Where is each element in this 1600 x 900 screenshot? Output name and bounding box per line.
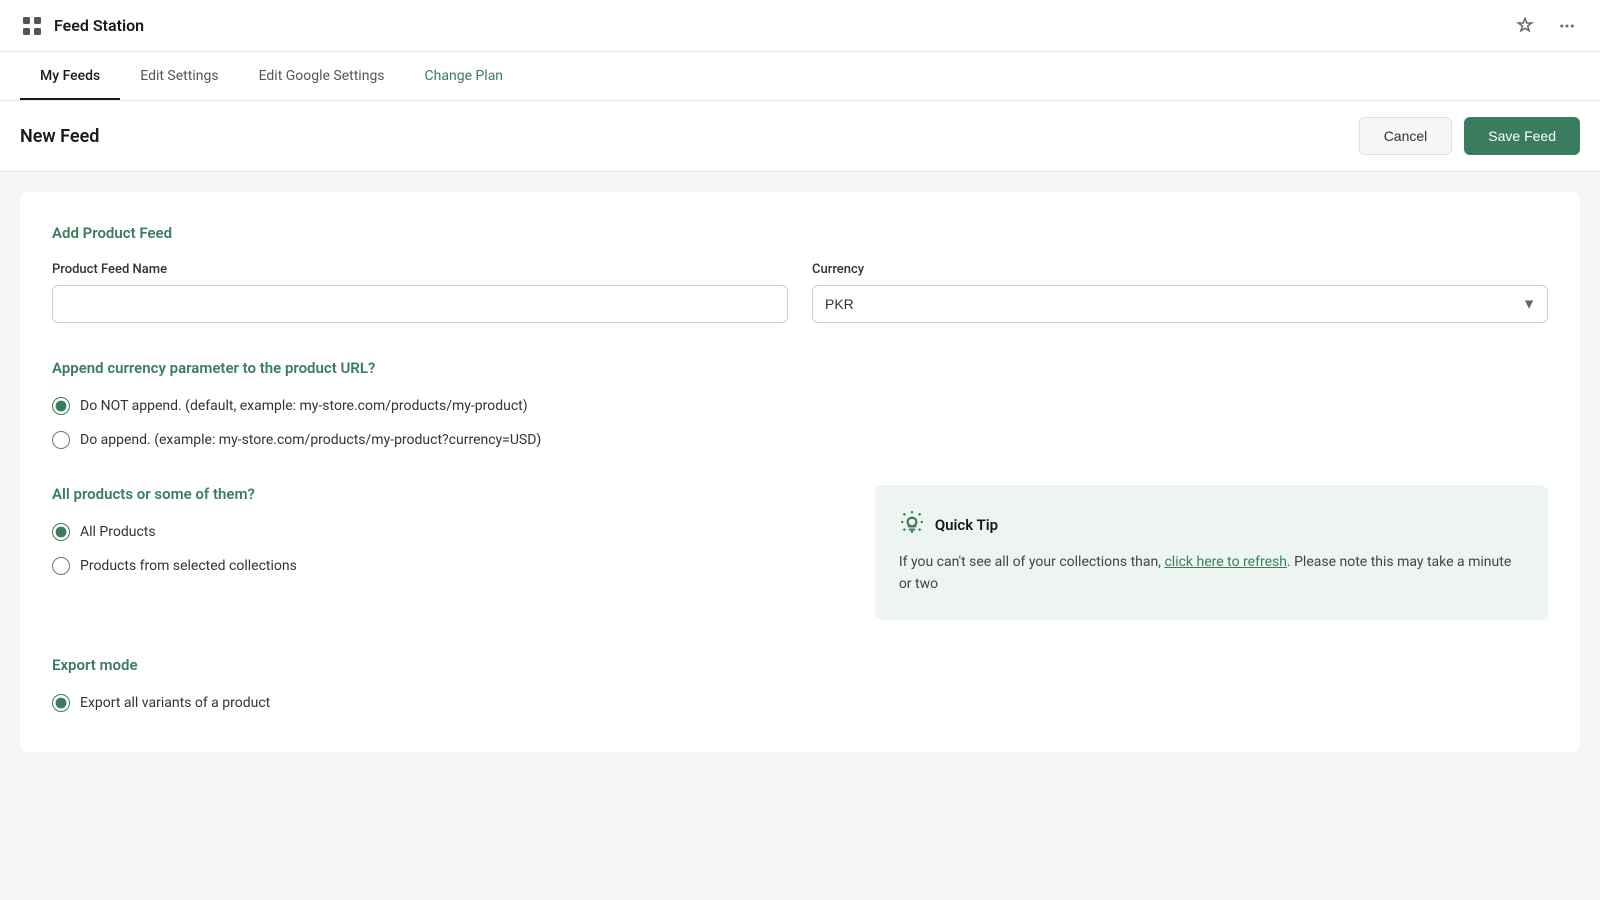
quick-tip-text: If you can't see all of your collections… — [899, 551, 1524, 596]
tab-change-plan[interactable]: Change Plan — [405, 52, 524, 100]
radio-all-variants-input[interactable] — [52, 694, 70, 712]
radio-all-products[interactable]: All Products — [52, 523, 851, 541]
currency-select-wrap: PKR USD EUR GBP INR AED ▼ — [812, 285, 1548, 323]
refresh-link[interactable]: click here to refresh — [1164, 554, 1286, 570]
top-bar-right — [1512, 13, 1580, 39]
radio-no-append-label: Do NOT append. (default, example: my-sto… — [80, 398, 528, 414]
export-radio-group: Export all variants of a product — [52, 694, 1548, 712]
add-product-feed-title: Add Product Feed — [52, 224, 1548, 242]
add-product-feed-section: Add Product Feed Product Feed Name Curre… — [52, 224, 1548, 323]
quick-tip-container: Quick Tip If you can't see all of your c… — [875, 485, 1548, 620]
radio-no-append-input[interactable] — [52, 397, 70, 415]
append-currency-title: Append currency parameter to the product… — [52, 359, 1548, 377]
radio-all-products-input[interactable] — [52, 523, 70, 541]
export-mode-title: Export mode — [52, 656, 1548, 674]
top-bar: Feed Station — [0, 0, 1600, 52]
radio-do-append-label: Do append. (example: my-store.com/produc… — [80, 432, 541, 448]
feed-name-input[interactable] — [52, 285, 788, 323]
quick-tip-box: Quick Tip If you can't see all of your c… — [875, 485, 1548, 620]
top-bar-left: Feed Station — [20, 14, 144, 38]
quick-tip-header: Quick Tip — [899, 509, 1524, 541]
form-card: Add Product Feed Product Feed Name Curre… — [20, 192, 1580, 752]
currency-select[interactable]: PKR USD EUR GBP INR AED — [812, 285, 1548, 323]
tab-my-feeds[interactable]: My Feeds — [20, 52, 120, 100]
feed-name-group: Product Feed Name — [52, 262, 788, 323]
products-two-col: All products or some of them? All Produc… — [52, 485, 1548, 620]
currency-label: Currency — [812, 262, 1548, 277]
app-title: Feed Station — [54, 16, 144, 35]
radio-do-append[interactable]: Do append. (example: my-store.com/produc… — [52, 431, 1548, 449]
feed-name-label: Product Feed Name — [52, 262, 788, 277]
cancel-button[interactable]: Cancel — [1359, 117, 1453, 155]
page-content: Add Product Feed Product Feed Name Curre… — [0, 172, 1600, 772]
radio-selected-collections-label: Products from selected collections — [80, 558, 297, 574]
append-radio-group: Do NOT append. (default, example: my-sto… — [52, 397, 1548, 449]
radio-selected-collections[interactable]: Products from selected collections — [52, 557, 851, 575]
products-left: All products or some of them? All Produc… — [52, 485, 851, 575]
radio-all-variants[interactable]: Export all variants of a product — [52, 694, 1548, 712]
tab-edit-google-settings[interactable]: Edit Google Settings — [239, 52, 405, 100]
header-actions: Cancel Save Feed — [1359, 117, 1580, 155]
radio-all-variants-label: Export all variants of a product — [80, 695, 270, 711]
radio-selected-collections-input[interactable] — [52, 557, 70, 575]
save-feed-button[interactable]: Save Feed — [1464, 117, 1580, 155]
form-row-name-currency: Product Feed Name Currency PKR USD EUR G… — [52, 262, 1548, 323]
pin-button[interactable] — [1512, 13, 1538, 39]
products-section-title: All products or some of them? — [52, 485, 851, 503]
products-radio-group: All Products Products from selected coll… — [52, 523, 851, 575]
radio-all-products-label: All Products — [80, 524, 156, 540]
page-header: New Feed Cancel Save Feed — [0, 101, 1600, 172]
quick-tip-title: Quick Tip — [935, 516, 998, 534]
radio-no-append[interactable]: Do NOT append. (default, example: my-sto… — [52, 397, 1548, 415]
radio-do-append-input[interactable] — [52, 431, 70, 449]
nav-tabs: My Feeds Edit Settings Edit Google Setti… — [0, 52, 1600, 101]
currency-group: Currency PKR USD EUR GBP INR AED ▼ — [812, 262, 1548, 323]
export-mode-section: Export mode Export all variants of a pro… — [52, 656, 1548, 712]
lightbulb-icon — [899, 509, 925, 541]
products-section: All products or some of them? All Produc… — [52, 485, 1548, 620]
app-icon — [20, 14, 44, 38]
quick-tip-text-before: If you can't see all of your collections… — [899, 554, 1165, 570]
more-button[interactable] — [1554, 13, 1580, 39]
append-currency-section: Append currency parameter to the product… — [52, 359, 1548, 449]
page-title: New Feed — [20, 126, 99, 147]
tab-edit-settings[interactable]: Edit Settings — [120, 52, 238, 100]
